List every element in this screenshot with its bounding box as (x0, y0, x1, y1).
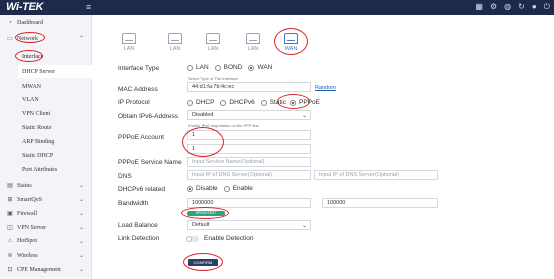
highlight-network (15, 32, 45, 43)
radio-bond[interactable] (214, 64, 221, 71)
sidebar-sub-vlan[interactable]: VLAN (22, 97, 39, 103)
radio-dhcp[interactable] (187, 99, 193, 106)
sidebar-item-vpn-server[interactable]: ◫ VPN Server ⌄ (0, 224, 92, 232)
radio-lan[interactable] (187, 64, 193, 71)
sidebar-sub-arp-binding[interactable]: ARP Binding (22, 139, 54, 145)
vpn-icon: ◫ (7, 225, 13, 231)
globe-icon[interactable]: ◍ (504, 2, 511, 12)
dns-secondary-input[interactable]: Input IP of DNS Server(Optional) (314, 170, 438, 180)
hotspot-icon: ⌂ (8, 238, 12, 244)
chevron-down-icon: ⌄ (301, 113, 307, 119)
sidebar-item-cpe-management[interactable]: ⊡ CPE Management ⌄ (0, 266, 92, 274)
sidebar-sub-vpn-client[interactable]: VPN Client (22, 111, 50, 117)
sidebar-item-hotspot[interactable]: ⌂ HotSpot ⌄ (0, 238, 92, 245)
brand-logo: Wi-TEK (6, 1, 44, 13)
sidebar-item-network[interactable]: ▭ Network ⌃ (0, 35, 92, 43)
sidebar: ◔ Dashboard ▭ Network ⌃ Interface DHCP S… (0, 15, 92, 279)
interface-type-label: Interface Type (118, 65, 160, 72)
link-detection-label: Link Detection (118, 235, 160, 242)
tab-lan-2[interactable]: LAN (162, 33, 188, 52)
chevron-down-icon: ⌄ (301, 223, 307, 229)
radio-disable[interactable] (187, 185, 193, 192)
dns-primary-input[interactable]: Input IP of DNS Server(Optional) (187, 170, 311, 180)
chevron-down-icon: ⌄ (78, 267, 84, 273)
enable-detection-label: Enable Detection (204, 235, 254, 242)
highlight-confirm (183, 253, 223, 271)
port-icon (168, 33, 182, 44)
tab-lan-1[interactable]: LAN (116, 33, 142, 52)
port-icon (246, 33, 260, 44)
dhcpv6-options: Disable Enable (187, 185, 253, 192)
bandwidth-label: Bandwidth (118, 200, 149, 207)
pppoe-account-label: PPPoE Account (118, 134, 164, 141)
interface-type-hint: Select Type of The Interface (188, 76, 238, 81)
refresh-icon[interactable]: ↻ (518, 2, 525, 12)
cpe-icon: ⊡ (7, 267, 13, 273)
qos-icon: ⊞ (7, 197, 13, 203)
port-icon (122, 33, 136, 44)
mac-address-label: MAC Address (118, 86, 158, 93)
power-icon[interactable]: ⏻ (544, 2, 550, 12)
gear-icon[interactable]: ⚙ (490, 2, 497, 12)
sidebar-item-status[interactable]: ▤ Status ⌄ (0, 182, 92, 190)
sidebar-sub-static-route[interactable]: Static Route (22, 125, 52, 131)
interface-type-options: LAN BOND WAN (187, 64, 272, 71)
chevron-up-icon: ⌃ (78, 36, 84, 42)
sidebar-sub-static-dhcp[interactable]: Static DHCP (22, 153, 53, 159)
chevron-down-icon: ⌄ (78, 197, 84, 203)
bandwidth-up-input[interactable]: 100000 (322, 198, 438, 208)
grid-icon[interactable]: ▦ (475, 2, 483, 12)
load-balance-label: Load Balance (118, 222, 158, 229)
status-icon: ▤ (7, 183, 13, 189)
chevron-down-icon: ⌄ (78, 211, 84, 217)
dashboard-icon: ◔ (8, 20, 12, 26)
sidebar-sub-mwan[interactable]: MWAN (22, 84, 41, 90)
random-mac-link[interactable]: Random (315, 85, 336, 91)
highlight-pppoe-account (182, 127, 224, 157)
highlight-speedtest (181, 207, 229, 219)
highlight-interface (15, 50, 43, 62)
sidebar-item-firewall[interactable]: ▣ Firewall ⌄ (0, 210, 92, 218)
sidebar-item-dashboard[interactable]: ◔ Dashboard (0, 20, 92, 26)
pppoe-service-name-label: PPPoE Service Name (118, 159, 182, 166)
user-icon[interactable]: ● (532, 2, 537, 12)
sidebar-item-smartqos[interactable]: ⊞ SmartQoS ⌄ (0, 196, 92, 204)
highlight-pppoe (277, 94, 310, 109)
radio-dhcpv6[interactable] (220, 99, 227, 106)
chevron-down-icon: ⌄ (78, 225, 84, 231)
port-icon (206, 33, 220, 44)
service-name-input[interactable]: Input Service Name(Optional) (187, 157, 311, 167)
sidebar-item-wireless[interactable]: ≋ Wireless ⌄ (0, 252, 92, 260)
radio-wan[interactable] (248, 64, 255, 71)
ip-protocol-label: IP Protocol (118, 99, 150, 106)
chevron-down-icon: ⌄ (78, 253, 84, 259)
sidebar-sub-dhcp-server[interactable]: DHCP Server (22, 69, 55, 75)
chevron-down-icon: ⌄ (78, 238, 84, 245)
top-bar: Wi-TEK ≡ ▦ ⚙ ◍ ↻ ● ⏻ (0, 0, 554, 15)
radio-enable[interactable] (223, 185, 230, 192)
chevron-down-icon: ⌄ (78, 183, 84, 189)
dns-label: DNS (118, 173, 132, 180)
ipv6-select[interactable]: Disabled ⌄ (187, 110, 311, 120)
dhcpv6-related-label: DHCPv6 related (118, 186, 165, 193)
link-detection-toggle[interactable] (186, 236, 199, 242)
wireless-icon: ≋ (7, 253, 13, 259)
highlight-wan-tab (274, 28, 308, 55)
mac-address-input[interactable]: 44:d1:fa:7b:4c:ec (187, 82, 311, 92)
hamburger-icon[interactable]: ≡ (86, 2, 91, 12)
load-balance-select[interactable]: Default ⌄ (187, 220, 311, 230)
tab-lan-4[interactable]: LAN (240, 33, 266, 52)
radio-static[interactable] (260, 99, 267, 106)
obtain-ipv6-label: Obtain IPv6-Address (118, 113, 178, 120)
sidebar-sub-port-attributes[interactable]: Port Attributes (22, 167, 57, 173)
firewall-icon: ▣ (7, 211, 13, 217)
tab-lan-3[interactable]: LAN (200, 33, 226, 52)
